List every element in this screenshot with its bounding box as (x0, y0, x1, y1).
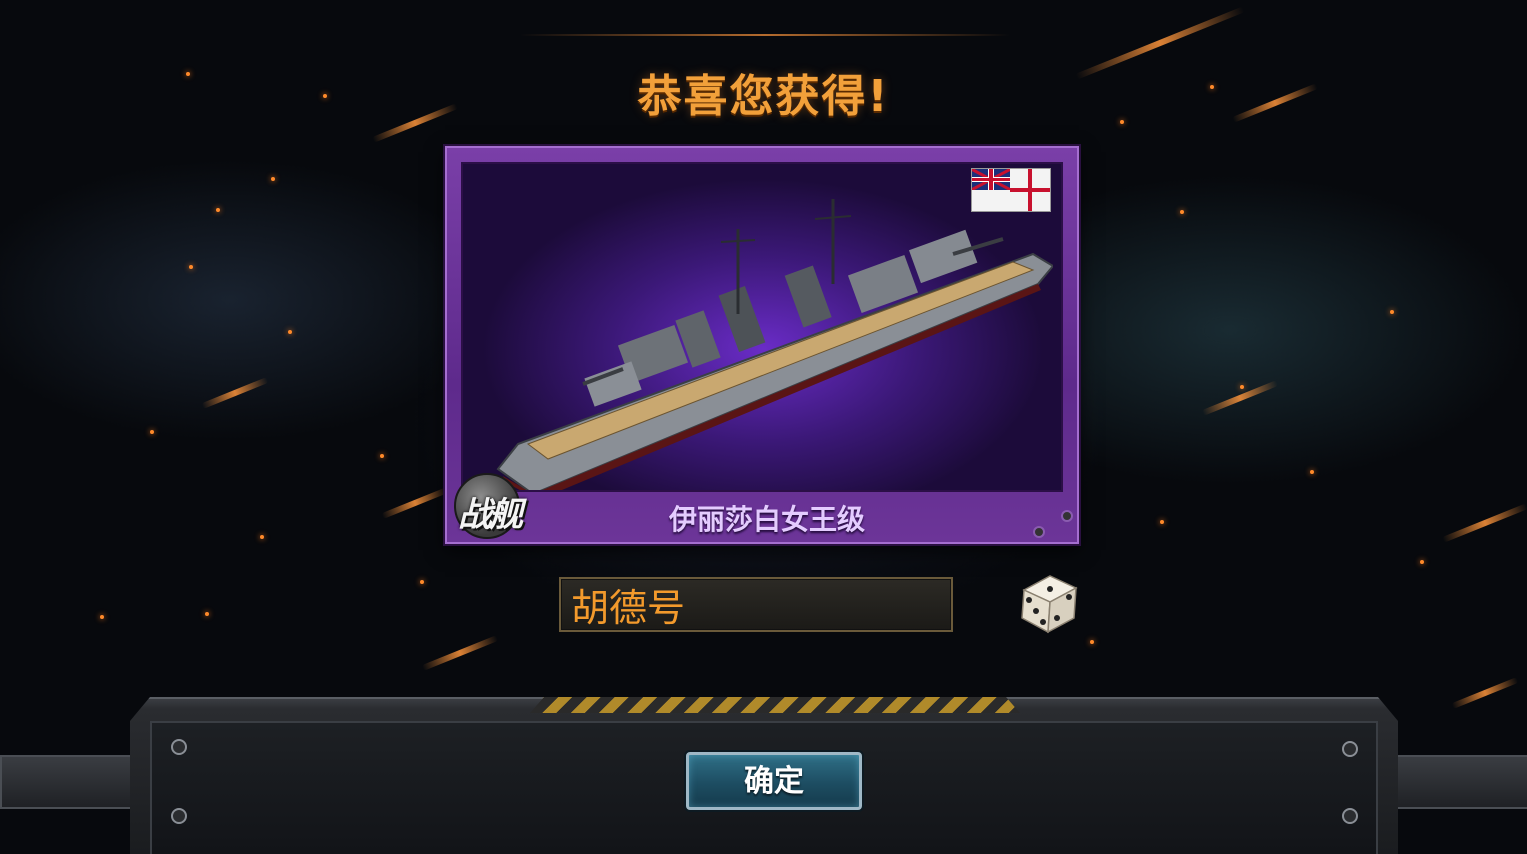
battleship-image (496, 199, 1053, 490)
ship-class-name: 伊丽莎白女王级 (668, 503, 865, 536)
title-divider (520, 34, 1010, 36)
footer-right-rail (1392, 755, 1527, 809)
hazard-stripe (530, 697, 1020, 713)
ship-type-badge: 战舰 (452, 469, 542, 539)
card-bolt (1061, 510, 1073, 522)
screw-icon (1342, 808, 1358, 824)
ship-card: 战舰 伊丽莎白女王级 (445, 146, 1079, 544)
screw-icon (171, 739, 187, 755)
footer-left-rail (0, 755, 139, 809)
screw-icon (171, 808, 187, 824)
ship-type-label: 战舰 (458, 495, 523, 535)
card-bolt (1033, 526, 1045, 538)
screw-icon (1342, 741, 1358, 757)
confirm-button[interactable]: 确定 (686, 752, 862, 810)
reward-title: 恭喜您获得! (637, 71, 890, 122)
ship-name-input[interactable] (559, 577, 953, 632)
dice-icon[interactable] (1014, 568, 1084, 638)
ship-image-panel (461, 162, 1063, 492)
